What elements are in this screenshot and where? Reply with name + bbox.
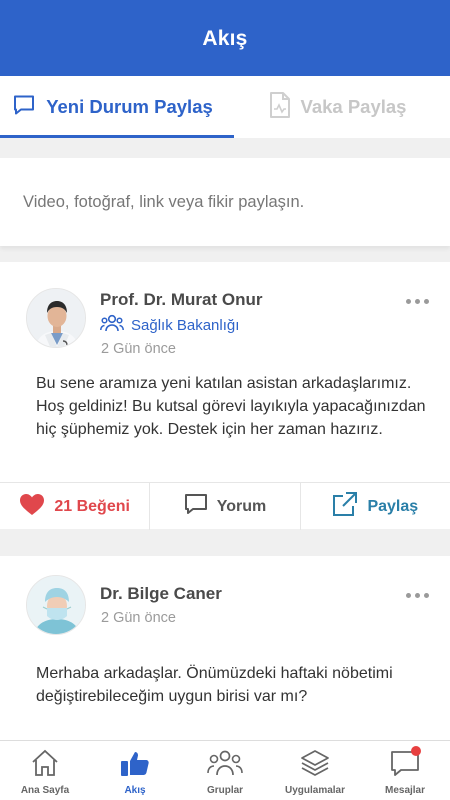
share-label: Paylaş: [367, 497, 419, 515]
avatar[interactable]: [26, 575, 86, 635]
post-author[interactable]: Prof. Dr. Murat Onur: [100, 290, 262, 310]
more-options-icon[interactable]: [406, 590, 432, 600]
post-author[interactable]: Dr. Bilge Caner: [100, 584, 222, 604]
nav-feed-label: Akış: [124, 785, 146, 796]
comment-button[interactable]: Yorum: [150, 483, 301, 530]
share-button[interactable]: Paylaş: [301, 483, 450, 530]
share-icon: [332, 491, 358, 522]
nav-home-label: Ana Sayfa: [20, 785, 70, 796]
thumbs-up-icon: [120, 749, 150, 782]
tab-bar: Yeni Durum Paylaş Vaka Paylaş: [0, 76, 450, 138]
comment-icon: [184, 492, 208, 521]
page-title: Akış: [202, 27, 248, 50]
nav-apps-label: Uygulamalar: [284, 785, 346, 796]
document-icon: [269, 91, 291, 123]
like-count: 21 Beğeni: [54, 497, 130, 515]
more-options-icon[interactable]: [406, 296, 432, 306]
tab-new-status-label: Yeni Durum Paylaş: [46, 96, 213, 117]
nav-groups-label: Gruplar: [206, 785, 244, 796]
tab-case-share[interactable]: Vaka Paylaş: [225, 76, 450, 138]
chat-bubble-icon: [12, 93, 36, 122]
post-actions: 21 Beğeni Yorum Paylaş: [0, 482, 450, 530]
post-organization[interactable]: Sağlık Bakanlığı: [100, 314, 239, 337]
feed-post: Dr. Bilge Caner 2 Gün önce Merhaba arkad…: [0, 556, 450, 741]
tab-case-share-label: Vaka Paylaş: [300, 96, 407, 117]
feed-post: Prof. Dr. Murat Onur Sağlık Bakanlığı 2 …: [0, 262, 450, 530]
like-button[interactable]: 21 Beğeni: [0, 483, 151, 530]
bottom-navigation: Ana Sayfa Akış Gruplar Uygulamalar Mesaj…: [0, 740, 450, 800]
nav-apps[interactable]: Uygulamalar: [270, 741, 360, 800]
nav-messages[interactable]: Mesajlar: [360, 741, 450, 800]
tab-new-status[interactable]: Yeni Durum Paylaş: [0, 76, 234, 138]
group-icon: [207, 749, 243, 782]
notification-badge: [411, 746, 421, 756]
layers-icon: [300, 749, 330, 782]
avatar[interactable]: [26, 288, 86, 348]
heart-icon: [19, 493, 45, 521]
post-timestamp: 2 Gün önce: [101, 610, 176, 626]
post-text: Bu sene aramıza yeni katılan asistan ark…: [36, 375, 426, 438]
status-composer[interactable]: Video, fotoğraf, link veya fikir paylaşı…: [0, 158, 450, 246]
home-icon: [30, 749, 60, 782]
group-icon: [100, 314, 124, 337]
nav-messages-label: Mesajlar: [384, 785, 426, 796]
nav-groups[interactable]: Gruplar: [180, 741, 270, 800]
post-text: Merhaba arkadaşlar. Önümüzdeki haftaki n…: [36, 665, 393, 705]
app-header: Akış: [0, 0, 450, 76]
composer-placeholder: Video, fotoğraf, link veya fikir paylaşı…: [23, 192, 305, 211]
post-timestamp: 2 Gün önce: [101, 341, 176, 357]
post-organization-label: Sağlık Bakanlığı: [131, 317, 240, 334]
nav-feed[interactable]: Akış: [90, 741, 180, 800]
comment-label: Yorum: [216, 497, 267, 515]
nav-home[interactable]: Ana Sayfa: [0, 741, 90, 800]
